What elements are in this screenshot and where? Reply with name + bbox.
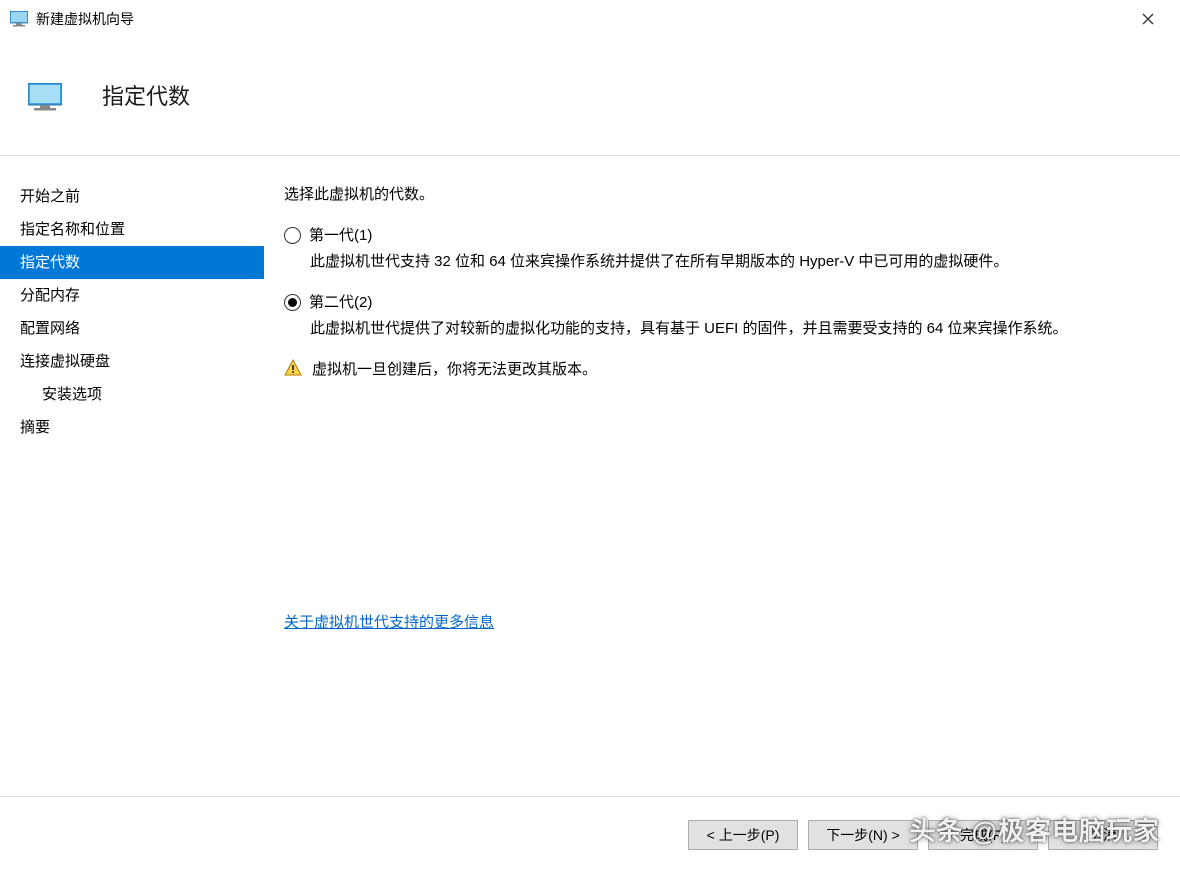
sidebar-item-before-begin[interactable]: 开始之前 xyxy=(0,180,264,213)
radio-gen1[interactable] xyxy=(284,227,301,244)
wizard-header: 指定代数 xyxy=(0,38,1180,156)
sidebar-item-memory[interactable]: 分配内存 xyxy=(0,279,264,312)
option-gen1-desc: 此虚拟机世代支持 32 位和 64 位来宾操作系统并提供了在所有早期版本的 Hy… xyxy=(310,251,1160,274)
more-info-link[interactable]: 关于虚拟机世代支持的更多信息 xyxy=(284,612,494,635)
cancel-button[interactable]: 取消 xyxy=(1048,820,1158,850)
sidebar-item-install-options[interactable]: 安装选项 xyxy=(0,378,264,411)
warning-row: 虚拟机一旦创建后，你将无法更改其版本。 xyxy=(284,359,1160,382)
window-title: 新建虚拟机向导 xyxy=(36,9,1126,29)
wizard-sidebar: 开始之前 指定名称和位置 指定代数 分配内存 配置网络 连接虚拟硬盘 安装选项 … xyxy=(0,156,264,796)
warning-text: 虚拟机一旦创建后，你将无法更改其版本。 xyxy=(312,359,597,382)
option-gen2-desc: 此虚拟机世代提供了对较新的虚拟化功能的支持，具有基于 UEFI 的固件，并且需要… xyxy=(310,318,1160,341)
radio-gen2[interactable] xyxy=(284,294,301,311)
warning-icon xyxy=(284,359,302,377)
option-gen2-row[interactable]: 第二代(2) xyxy=(284,292,1160,315)
sidebar-item-disk[interactable]: 连接虚拟硬盘 xyxy=(0,345,264,378)
option-gen1-row[interactable]: 第一代(1) xyxy=(284,225,1160,248)
finish-button[interactable]: 完成(F) xyxy=(928,820,1038,850)
next-button[interactable]: 下一步(N) > xyxy=(808,820,918,850)
sidebar-item-network[interactable]: 配置网络 xyxy=(0,312,264,345)
option-gen1-label: 第一代(1) xyxy=(309,225,372,248)
prev-button[interactable]: < 上一步(P) xyxy=(688,820,798,850)
sidebar-item-name-location[interactable]: 指定名称和位置 xyxy=(0,213,264,246)
titlebar: 新建虚拟机向导 xyxy=(0,0,1180,38)
wizard-footer: < 上一步(P) 下一步(N) > 完成(F) 取消 xyxy=(0,796,1180,872)
wizard-content: 选择此虚拟机的代数。 第一代(1) 此虚拟机世代支持 32 位和 64 位来宾操… xyxy=(264,156,1180,796)
instruction-text: 选择此虚拟机的代数。 xyxy=(284,184,1160,207)
app-icon xyxy=(10,11,28,27)
close-button[interactable] xyxy=(1126,4,1170,34)
sidebar-item-summary[interactable]: 摘要 xyxy=(0,411,264,444)
option-gen2-label: 第二代(2) xyxy=(309,292,372,315)
sidebar-item-generation[interactable]: 指定代数 xyxy=(0,246,264,279)
header-icon xyxy=(28,83,62,111)
page-title: 指定代数 xyxy=(102,79,190,111)
